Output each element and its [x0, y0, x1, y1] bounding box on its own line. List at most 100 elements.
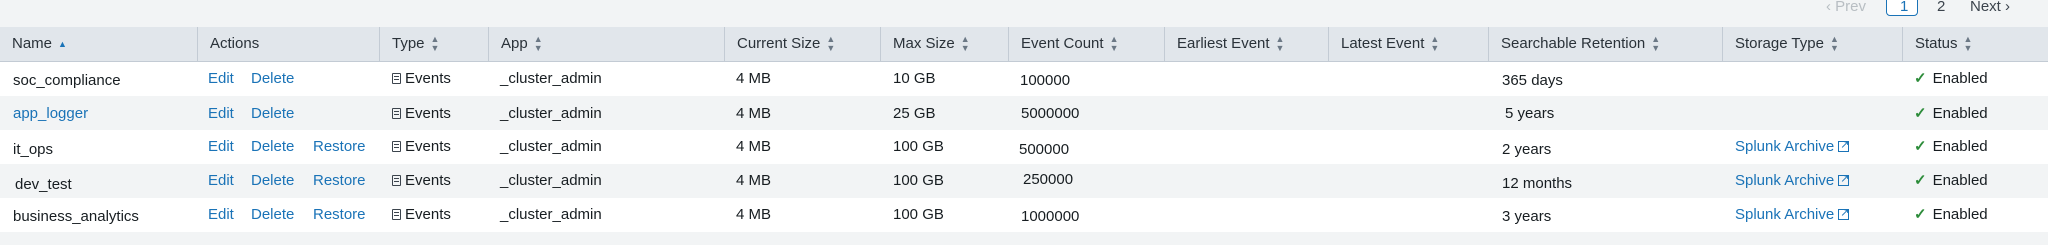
sort-icon: ▲ ▼ — [1829, 34, 1839, 54]
col-status-header[interactable]: Status ▲ ▼ — [1902, 27, 2048, 61]
sort-icon: ▲ ▼ — [533, 34, 543, 54]
edit-button[interactable]: Edit — [208, 206, 234, 224]
max-size-cell: 100 GB — [893, 172, 944, 189]
delete-button[interactable]: Delete — [251, 105, 294, 123]
edit-button[interactable]: Edit — [208, 172, 234, 190]
sort-icon: ▲ ▼ — [1651, 34, 1661, 54]
storage-type-label: Splunk Archive — [1735, 172, 1835, 189]
checkmark-icon: ✓ — [1914, 70, 1927, 87]
table-row: it_ops Edit Delete Restore Events _clust… — [0, 130, 2048, 164]
col-label: App — [501, 35, 528, 52]
event-count-cell: 5000000 — [1021, 105, 1080, 122]
current-size-cell: 4 MB — [736, 172, 772, 189]
col-label: Name — [12, 35, 53, 52]
event-count-cell: 1000000 — [1021, 208, 1080, 225]
type-cell: Events — [392, 70, 451, 88]
col-label: Event Count — [1021, 35, 1104, 52]
status-cell: ✓ Enabled — [1914, 138, 1988, 156]
type-cell: Events — [392, 138, 451, 156]
delete-button[interactable]: Delete — [251, 172, 294, 190]
current-size-cell: 4 MB — [736, 206, 772, 223]
col-label: Actions — [210, 35, 260, 52]
sort-icon: ▲ ▼ — [1963, 34, 1973, 54]
index-name: soc_compliance — [13, 72, 121, 89]
col-label: Type — [392, 35, 425, 52]
current-size-cell: 4 MB — [736, 70, 772, 87]
retention-cell: 2 years — [1502, 141, 1552, 158]
status-cell: ✓ Enabled — [1914, 105, 1988, 123]
type-label: Events — [405, 138, 451, 155]
col-label: Earliest Event — [1177, 35, 1270, 52]
delete-button[interactable]: Delete — [251, 206, 294, 224]
type-label: Events — [405, 105, 451, 122]
col-storage-type-header[interactable]: Storage Type ▲ ▼ — [1722, 27, 1902, 61]
col-event-count-header[interactable]: Event Count ▲ ▼ — [1008, 27, 1164, 61]
table-row: business_analytics Edit Delete Restore E… — [0, 198, 2048, 232]
col-retention-header[interactable]: Searchable Retention ▲ ▼ — [1488, 27, 1722, 61]
col-name-header[interactable]: Name ▲ — [0, 27, 197, 61]
app-cell: _cluster_admin — [500, 206, 602, 223]
max-size-cell: 100 GB — [893, 206, 944, 223]
edit-button[interactable]: Edit — [208, 138, 234, 156]
col-current-size-header[interactable]: Current Size ▲ ▼ — [724, 27, 880, 61]
retention-cell: 3 years — [1502, 208, 1552, 225]
col-earliest-event-header[interactable]: Earliest Event ▲ ▼ — [1164, 27, 1328, 61]
table-row: soc_compliance Edit Delete Events _clust… — [0, 62, 2048, 96]
status-cell: ✓ Enabled — [1914, 70, 1988, 88]
storage-type-link[interactable]: Splunk Archive — [1735, 170, 1849, 190]
storage-type-link[interactable]: Splunk Archive — [1735, 204, 1849, 224]
sort-ascending-icon: ▲ — [58, 38, 67, 49]
storage-type-label: Splunk Archive — [1735, 138, 1835, 155]
sort-icon: ▲ ▼ — [430, 34, 440, 54]
document-icon — [392, 73, 401, 84]
col-label: Status — [1915, 35, 1958, 52]
app-cell: _cluster_admin — [500, 172, 602, 189]
edit-button[interactable]: Edit — [208, 105, 234, 123]
index-name-link[interactable]: app_logger — [13, 105, 88, 123]
document-icon — [392, 108, 401, 119]
type-label: Events — [405, 172, 451, 189]
col-max-size-header[interactable]: Max Size ▲ ▼ — [880, 27, 1008, 61]
document-icon — [392, 141, 401, 152]
checkmark-icon: ✓ — [1914, 172, 1927, 189]
edit-button[interactable]: Edit — [208, 70, 234, 88]
restore-button[interactable]: Restore — [313, 172, 366, 190]
col-label: Latest Event — [1341, 35, 1425, 52]
delete-button[interactable]: Delete — [251, 70, 294, 88]
pagination: ‹ Prev 1 2 Next › — [0, 0, 2048, 16]
prev-page-button[interactable]: ‹ Prev — [1826, 0, 1866, 17]
type-label: Events — [405, 70, 451, 87]
col-label: Storage Type — [1735, 35, 1824, 52]
restore-button[interactable]: Restore — [313, 138, 366, 156]
app-cell: _cluster_admin — [500, 105, 602, 122]
external-link-icon — [1838, 204, 1849, 222]
max-size-cell: 10 GB — [893, 70, 936, 87]
restore-button[interactable]: Restore — [313, 206, 366, 224]
page-2-button[interactable]: 2 — [1937, 0, 1945, 17]
retention-cell: 5 years — [1505, 105, 1555, 122]
event-count-cell: 100000 — [1020, 72, 1071, 89]
external-link-icon — [1838, 170, 1849, 188]
current-size-cell: 4 MB — [736, 105, 772, 122]
index-name: it_ops — [13, 141, 54, 158]
col-latest-event-header[interactable]: Latest Event ▲ ▼ — [1328, 27, 1488, 61]
col-app-header[interactable]: App ▲ ▼ — [488, 27, 724, 61]
status-cell: ✓ Enabled — [1914, 206, 1988, 224]
page-1-label: 1 — [1900, 0, 1909, 15]
status-cell: ✓ Enabled — [1914, 172, 1988, 190]
index-name: dev_test — [15, 176, 72, 193]
document-icon — [392, 175, 401, 186]
next-page-button[interactable]: Next › — [1970, 0, 2010, 17]
delete-button[interactable]: Delete — [251, 138, 294, 156]
event-count-cell: 500000 — [1019, 141, 1070, 158]
checkmark-icon: ✓ — [1914, 138, 1927, 155]
index-name: business_analytics — [13, 208, 139, 225]
table-row: app_logger Edit Delete Events _cluster_a… — [0, 96, 2048, 130]
sort-icon: ▲ ▼ — [1109, 34, 1119, 54]
max-size-cell: 100 GB — [893, 138, 944, 155]
status-label: Enabled — [1932, 70, 1988, 87]
col-type-header[interactable]: Type ▲ ▼ — [379, 27, 488, 61]
status-label: Enabled — [1932, 206, 1988, 223]
page-1-button[interactable]: 1 — [1886, 0, 1918, 16]
storage-type-link[interactable]: Splunk Archive — [1735, 136, 1849, 156]
